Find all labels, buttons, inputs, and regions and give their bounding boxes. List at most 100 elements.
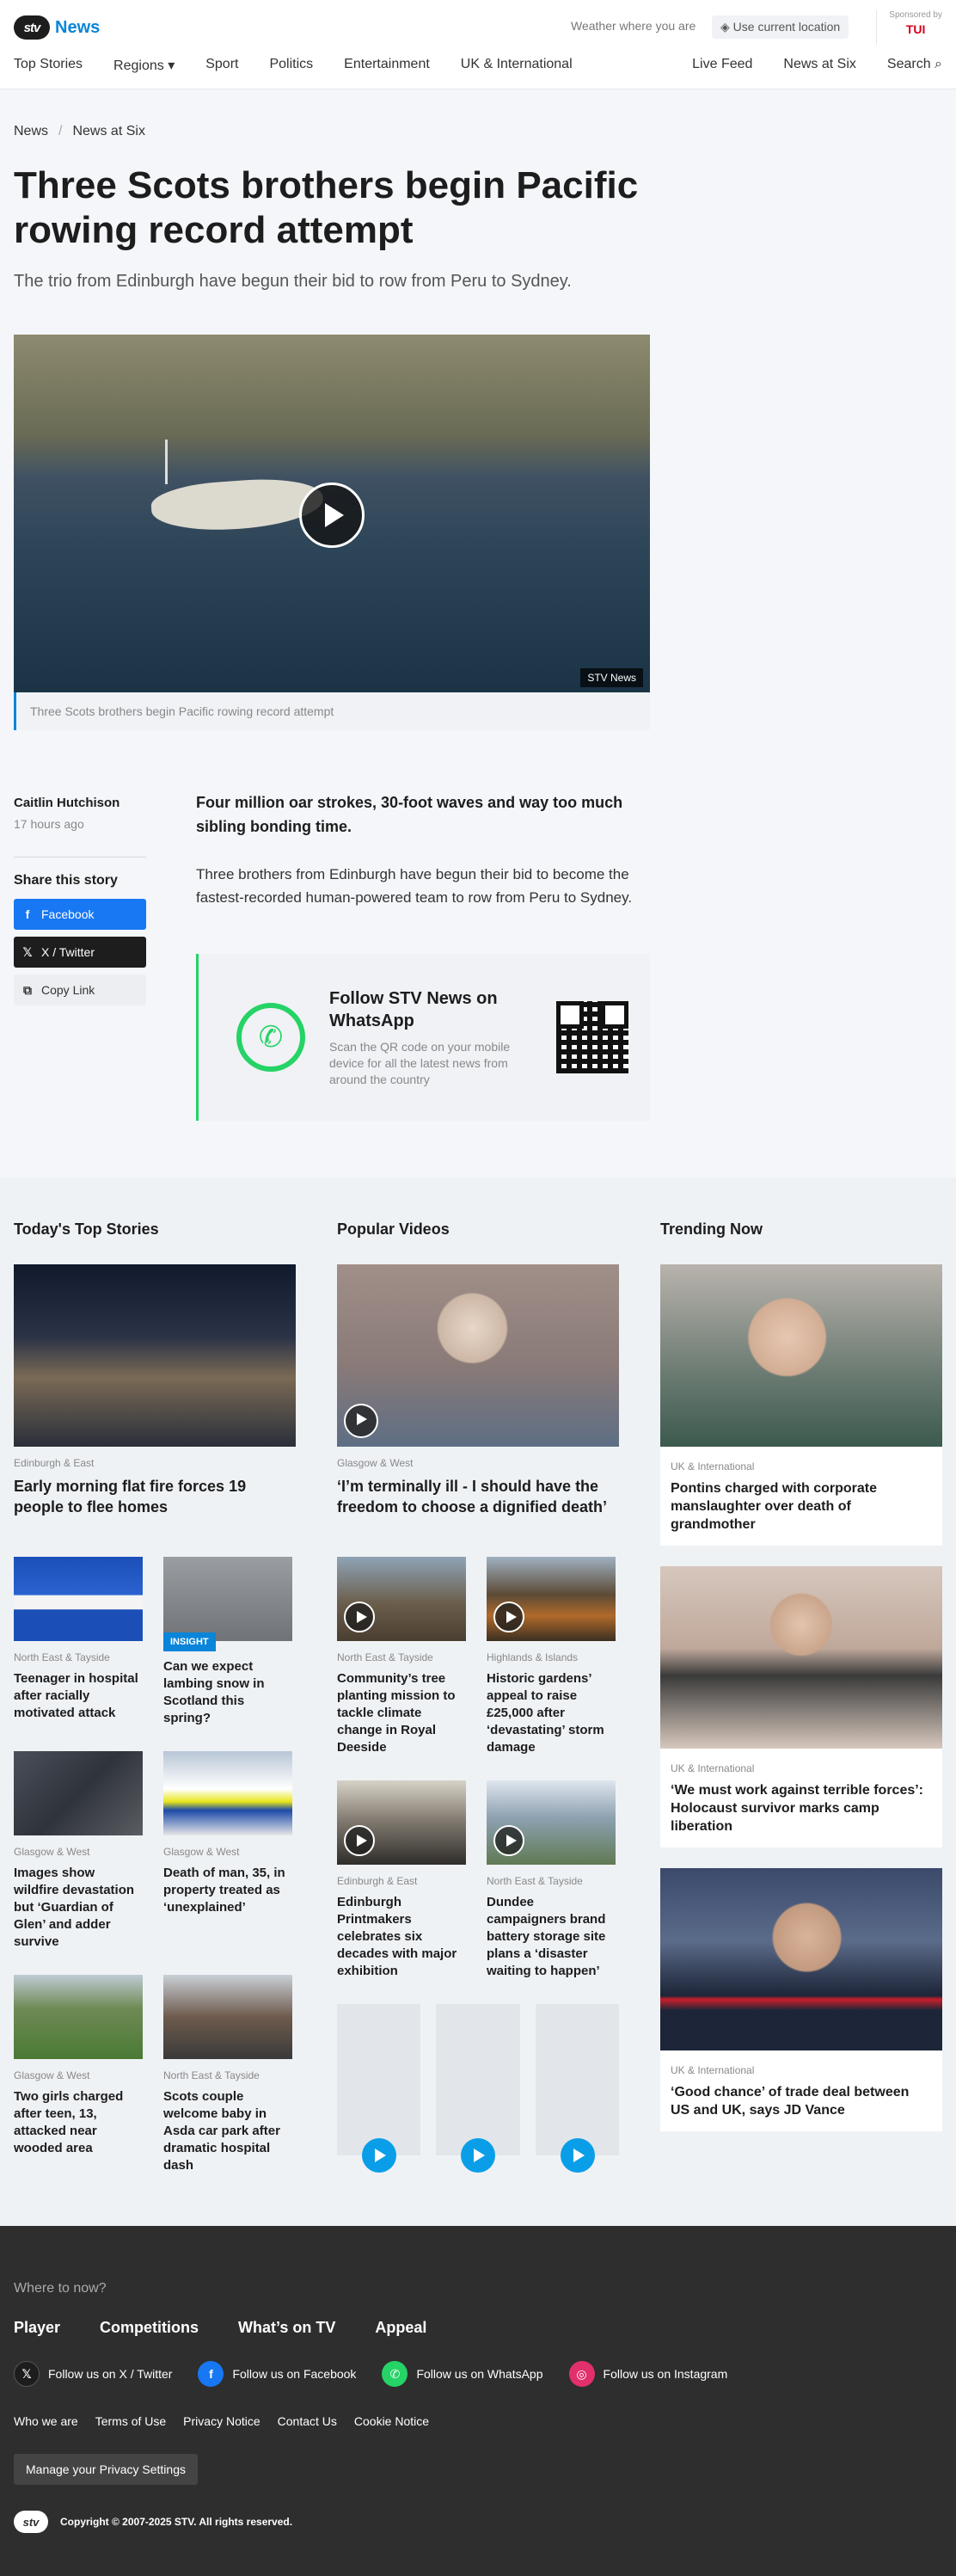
nav-politics[interactable]: Politics (269, 57, 313, 74)
footer-link-competitions[interactable]: Competitions (100, 2319, 199, 2337)
police-tape-image (14, 1557, 143, 1641)
follow-whatsapp-link[interactable]: ✆ Follow us on WhatsApp (382, 2361, 543, 2387)
story-card[interactable]: North East & Tayside Teenager in hospital… (14, 1557, 143, 1727)
copyright-text: Copyright © 2007-2025 STV. All rights re… (60, 2516, 293, 2528)
play-icon[interactable] (493, 1825, 524, 1856)
nav-entertainment[interactable]: Entertainment (344, 57, 430, 74)
top-stories-grid: North East & Tayside Teenager in hospital… (14, 1557, 296, 2174)
boat-mast (165, 440, 168, 484)
x-icon: 𝕏 (14, 2361, 40, 2387)
share-facebook-button[interactable]: f Facebook (14, 899, 146, 930)
legal-cookie[interactable]: Cookie Notice (354, 2414, 429, 2428)
privacy-settings-button[interactable]: Manage your Privacy Settings (14, 2454, 198, 2485)
share-x-button[interactable]: 𝕏 X / Twitter (14, 937, 146, 968)
stv-logo-mark: stv (14, 15, 50, 40)
nav-uk-international[interactable]: UK & International (461, 57, 573, 74)
stv-footer-logo[interactable]: stv (14, 2511, 48, 2533)
breadcrumb-news[interactable]: News (14, 124, 48, 139)
story-card[interactable]: Glasgow & West Death of man, 35, in prope… (163, 1751, 292, 1951)
legal-contact[interactable]: Contact Us (278, 2414, 337, 2428)
footer-link-appeal[interactable]: Appeal (375, 2319, 426, 2337)
trending-card[interactable]: UK & International ‘We must work against … (660, 1566, 942, 1847)
trending-heading: Trending Now (660, 1220, 763, 1238)
story-title: Images show wildfire devastation but ‘Gu… (14, 1866, 135, 1949)
nav-sport[interactable]: Sport (205, 57, 238, 74)
whatsapp-icon: ✆ (236, 1003, 305, 1072)
video-caption: Three Scots brothers begin Pacific rowin… (14, 692, 650, 730)
top-stories-heading: Today's Top Stories (14, 1220, 159, 1238)
nav-regions[interactable]: Regions ▾ (113, 57, 175, 74)
facebook-icon: f (198, 2361, 224, 2387)
sponsor-label: Sponsored by (889, 10, 942, 20)
play-icon[interactable] (362, 2138, 396, 2173)
follow-x-link[interactable]: 𝕏 Follow us on X / Twitter (14, 2361, 172, 2387)
author-name[interactable]: Caitlin Hutchison (14, 796, 146, 810)
video-player[interactable]: STV News (14, 335, 650, 692)
video-placeholder[interactable] (436, 2004, 520, 2173)
video-placeholder[interactable] (535, 2004, 619, 2173)
legal-who-we-are[interactable]: Who we are (14, 2414, 78, 2428)
footer-link-player[interactable]: Player (14, 2319, 60, 2337)
nav-search-label: Search (886, 57, 931, 71)
nav-top-stories[interactable]: Top Stories (14, 57, 83, 74)
article-main: News / News at Six Three Scots brothers … (0, 89, 956, 1121)
video-main[interactable]: Glasgow & West ‘I’m terminally ill - I s… (337, 1264, 619, 1517)
story-card[interactable]: Glasgow & West Images show wildfire devas… (14, 1751, 143, 1951)
use-location-button[interactable]: ◈ Use current location (712, 15, 849, 39)
footer-link-whats-on-tv[interactable]: What’s on TV (238, 2319, 335, 2337)
play-icon[interactable] (560, 2138, 595, 2173)
trending-card[interactable]: UK & International ‘Good chance’ of trade… (660, 1868, 942, 2131)
story-card[interactable]: INSIGHT Can we expect lambing snow in Sco… (163, 1557, 292, 1727)
top-stories-column: Today's Top Stories Edinburgh & East Ear… (14, 1220, 296, 2174)
insight-badge: INSIGHT (163, 1632, 216, 1651)
video-card[interactable]: North East & Tayside Dundee campaigners b… (487, 1780, 616, 1980)
play-icon[interactable] (344, 1825, 375, 1856)
story-category: North East & Tayside (163, 2069, 260, 2081)
grandmother-photo (660, 1264, 942, 1447)
site-footer: Where to now? Player Competitions What’s… (0, 2226, 956, 2576)
nav-regions-label: Regions (113, 58, 164, 73)
share-title: Share this story (14, 873, 118, 888)
main-nav: Top Stories Regions ▾ Sport Politics Ent… (14, 57, 942, 74)
article-lead: Four million oar strokes, 30-foot waves … (196, 794, 623, 835)
story-title: Two girls charged after teen, 13, attack… (14, 2089, 124, 2155)
story-card[interactable]: North East & Tayside Scots couple welcome… (163, 1975, 292, 2174)
holocaust-survivor-photo (660, 1566, 942, 1749)
breadcrumb-news-at-six[interactable]: News at Six (72, 124, 144, 139)
video-card[interactable]: North East & Tayside Community’s tree pla… (337, 1557, 466, 1756)
follow-facebook-link[interactable]: f Follow us on Facebook (198, 2361, 356, 2387)
top-story-main[interactable]: Edinburgh & East Early morning flat fire… (14, 1264, 296, 1517)
battery-site-image (487, 1780, 616, 1865)
video-placeholder[interactable] (337, 2004, 421, 2173)
story-category: Glasgow & West (163, 1846, 240, 1858)
story-category: Edinburgh & East (14, 1457, 95, 1469)
popular-videos-column: Popular Videos Glasgow & West ‘I’m termi… (337, 1220, 619, 2174)
video-card[interactable]: Highlands & Islands Historic gardens’ app… (487, 1557, 616, 1756)
printmakers-image (337, 1780, 466, 1865)
trending-title: ‘We must work against terrible forces’: … (671, 1783, 924, 1834)
whatsapp-promo[interactable]: ✆ Follow STV News on WhatsApp Scan the Q… (196, 954, 650, 1121)
nav-news-at-six[interactable]: News at Six (783, 57, 855, 74)
video-category: Edinburgh & East (337, 1875, 418, 1887)
legal-privacy[interactable]: Privacy Notice (183, 2414, 260, 2428)
nav-search[interactable]: Search ⌕ (887, 57, 942, 74)
story-card[interactable]: Glasgow & West Two girls charged after te… (14, 1975, 143, 2174)
trending-title: ‘Good chance’ of trade deal between US a… (671, 2085, 910, 2118)
play-icon[interactable] (493, 1602, 524, 1632)
play-icon[interactable] (299, 483, 365, 548)
trending-card[interactable]: UK & International Pontins charged with c… (660, 1264, 942, 1546)
where-to-now: Where to now? (14, 2281, 107, 2296)
video-card[interactable]: Edinburgh & East Edinburgh Printmakers ce… (337, 1780, 466, 1980)
follow-instagram-link[interactable]: ◎ Follow us on Instagram (568, 2361, 727, 2387)
nav-live-feed[interactable]: Live Feed (692, 57, 752, 74)
legal-terms[interactable]: Terms of Use (95, 2414, 166, 2428)
play-icon[interactable] (461, 2138, 496, 2173)
play-icon[interactable] (344, 1602, 375, 1632)
play-icon[interactable] (344, 1404, 378, 1438)
wooded-area-image (14, 1975, 143, 2059)
tui-logo[interactable]: TUI (889, 22, 942, 36)
follow-facebook-label: Follow us on Facebook (232, 2367, 357, 2381)
chevron-down-icon: ▾ (163, 58, 175, 73)
copy-link-button[interactable]: ⧉ Copy Link (14, 974, 146, 1005)
stv-news-logo[interactable]: stv News (14, 15, 100, 40)
